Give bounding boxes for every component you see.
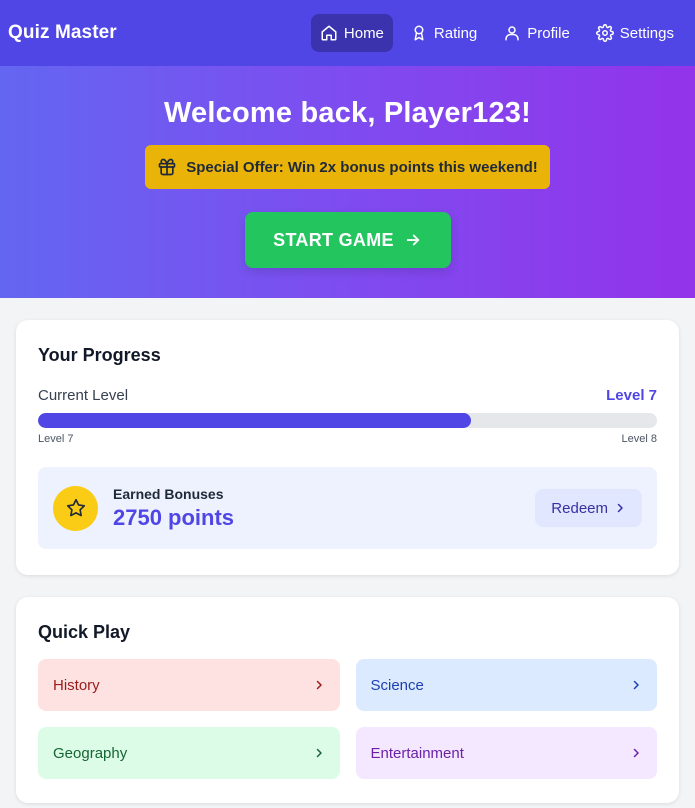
nav-item-settings[interactable]: Settings (587, 14, 683, 52)
bar-start-level: Level 7 (38, 433, 74, 445)
app-title: Quiz Master (8, 22, 117, 43)
category-history[interactable]: History (38, 659, 340, 711)
redeem-label: Redeem (551, 499, 608, 517)
top-nav-bar: Quiz Master Home Rating Profile Settings (0, 0, 695, 66)
category-entertainment[interactable]: Entertainment (355, 727, 657, 779)
chevron-right-icon (633, 680, 639, 690)
bar-next-level: Level 8 (621, 433, 657, 445)
start-game-button[interactable]: START GAME (244, 212, 451, 268)
bonus-panel: Earned Bonuses 2750 points Redeem (38, 467, 657, 549)
nav-item-rating[interactable]: Rating (401, 14, 486, 52)
nav-label-settings: Settings (619, 24, 674, 42)
current-level-label: Current Level (38, 387, 129, 404)
award-icon (414, 25, 424, 41)
category-label: Geography (53, 744, 128, 762)
special-offer-text: Special Offer: Win 2x bonus points this … (186, 158, 538, 176)
level-progress-bar (38, 413, 657, 428)
level-progress-fill (38, 413, 472, 428)
earned-bonuses-label: Earned Bonuses (113, 485, 224, 502)
nav-label-profile: Profile (527, 24, 570, 42)
arrow-right-icon (406, 234, 420, 246)
progress-title: Your Progress (38, 345, 161, 365)
nav-label-rating: Rating (433, 24, 478, 42)
category-label: Entertainment (370, 744, 464, 762)
quick-play-card: Quick Play History Science Geography Ent… (16, 597, 679, 803)
chevron-right-icon (316, 748, 322, 758)
nav-item-profile[interactable]: Profile (494, 14, 579, 52)
category-science[interactable]: Science (355, 659, 657, 711)
chevron-right-icon (316, 680, 322, 690)
progress-bar-labels: Level 7 Level 8 (38, 433, 657, 445)
star-icon (66, 498, 85, 517)
category-geography[interactable]: Geography (38, 727, 340, 779)
bonus-points-value: 2750 points (113, 504, 235, 530)
current-level-value: Level 7 (606, 387, 657, 404)
category-grid: History Science Geography Entertainment (38, 659, 657, 779)
bonus-badge (53, 485, 98, 531)
main-nav: Home Rating Profile Settings (310, 14, 683, 52)
nav-label-home: Home (343, 24, 384, 42)
gear-icon (595, 24, 614, 42)
gift-icon (158, 158, 176, 176)
progress-card: Your Progress Current Level Level 7 Leve… (16, 320, 679, 575)
special-offer-banner: Special Offer: Win 2x bonus points this … (145, 145, 550, 189)
home-icon (321, 25, 337, 41)
quick-play-title: Quick Play (38, 622, 131, 642)
start-game-label: START GAME (273, 229, 394, 250)
redeem-button[interactable]: Redeem (535, 489, 642, 527)
user-icon (505, 26, 520, 41)
category-label: Science (370, 676, 424, 694)
category-label: History (53, 676, 100, 694)
bonus-text: Earned Bonuses 2750 points (113, 486, 535, 531)
welcome-heading: Welcome back, Player123! (164, 97, 531, 129)
hero-banner: Welcome back, Player123! Special Offer: … (0, 66, 695, 298)
chevron-right-icon (633, 748, 639, 758)
nav-item-home[interactable]: Home (310, 14, 393, 52)
current-level-row: Current Level Level 7 (38, 387, 657, 404)
chevron-right-icon (617, 503, 623, 513)
